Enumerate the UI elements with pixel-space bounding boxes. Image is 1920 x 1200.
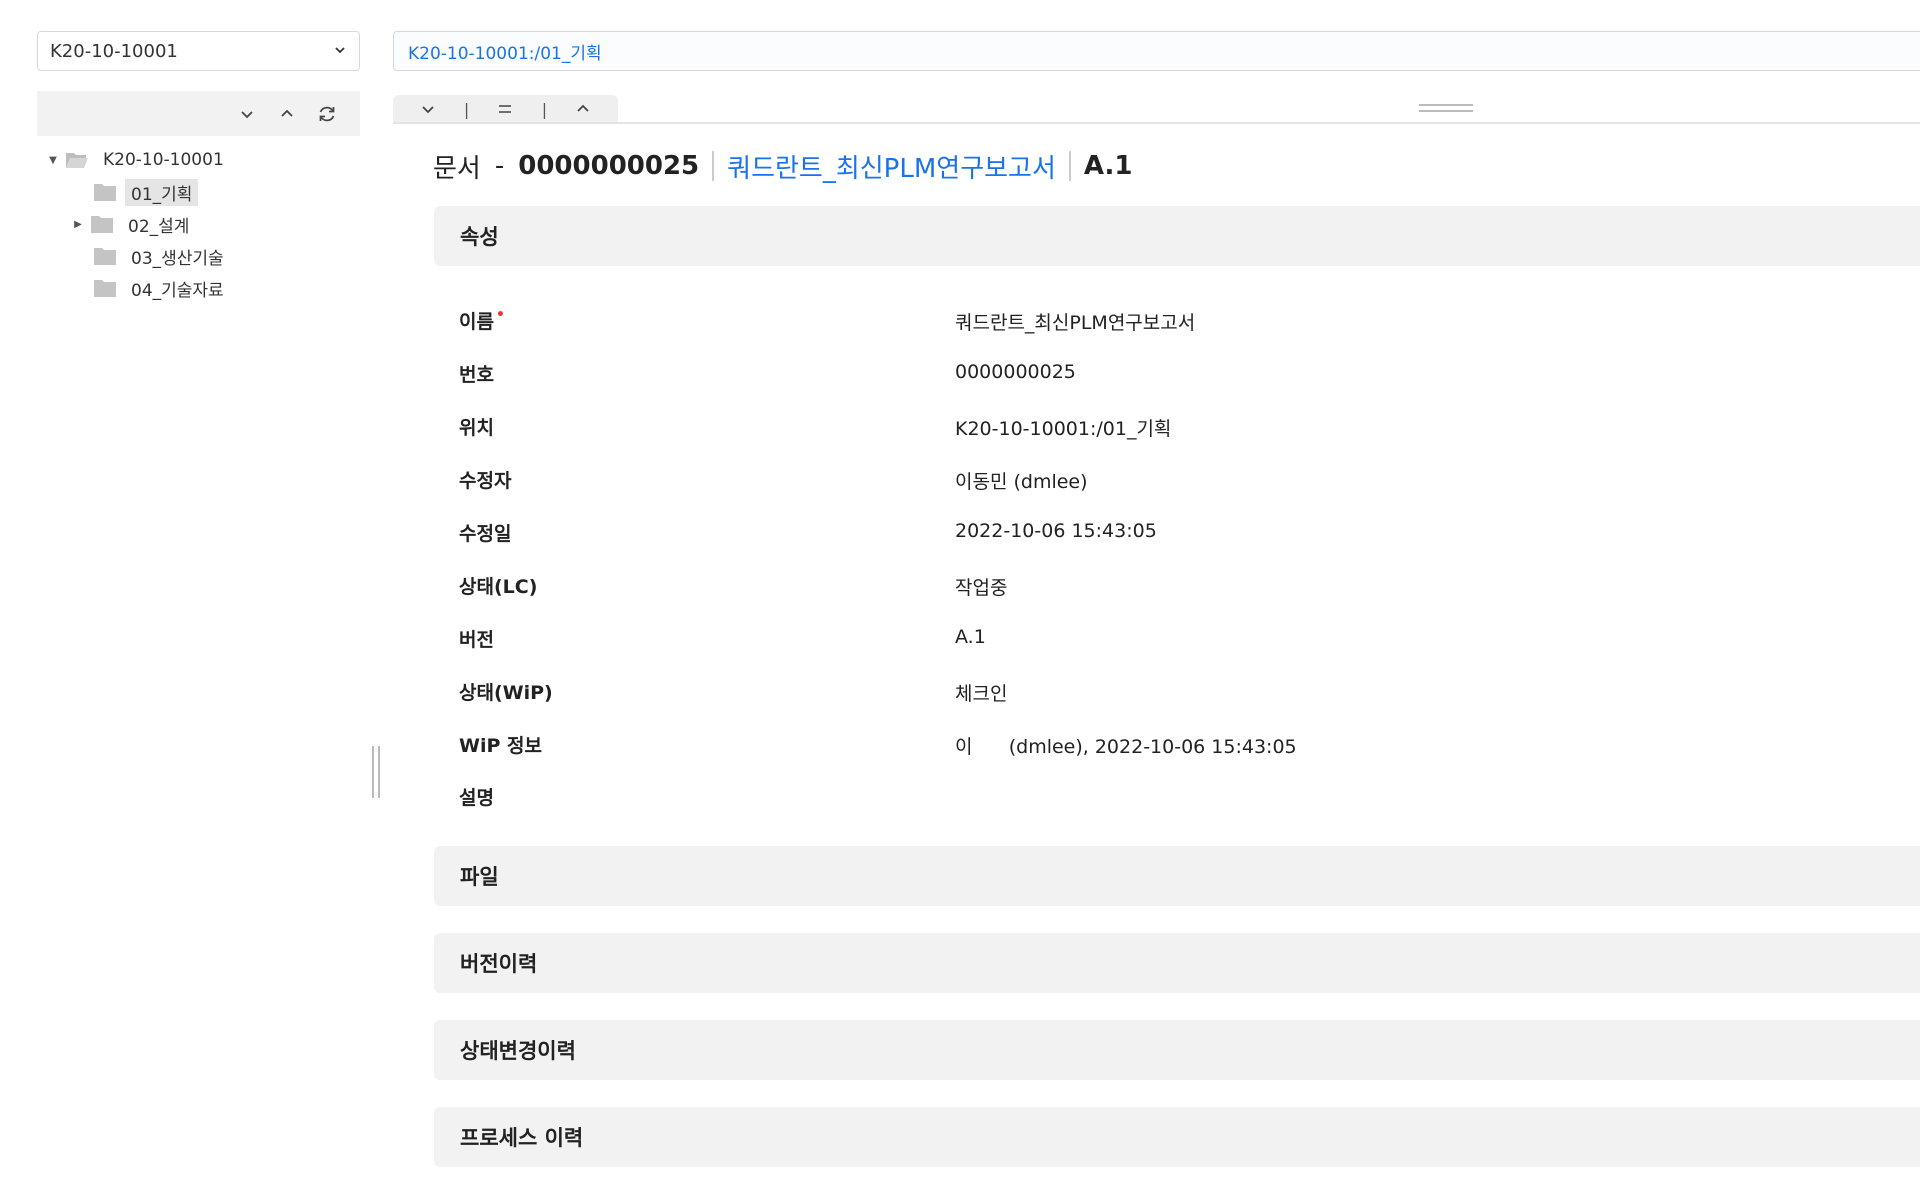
tree-item-label: 03_생산기술	[131, 248, 224, 269]
section-state-history[interactable]: 상태변경이력	[434, 1020, 1920, 1080]
attr-value-state-lc: 작업중	[955, 577, 1008, 599]
page-title: 문서 - 0000000025 쿼드란트_최신PLM연구보고서 A.1	[433, 146, 1132, 186]
section-version-history[interactable]: 버전이력	[434, 933, 1920, 993]
view-toolbar: | |	[393, 95, 618, 123]
tree-root-label: K20-10-10001	[103, 150, 224, 170]
chevron-down-icon	[333, 41, 347, 62]
attr-value-number: 0000000025	[955, 361, 1076, 383]
title-dash: -	[494, 151, 505, 181]
project-select[interactable]: K20-10-10001	[37, 31, 360, 71]
expand-all-icon[interactable]	[234, 101, 260, 127]
resize-handle[interactable]	[1419, 104, 1473, 112]
open-folder-icon	[66, 152, 88, 168]
panel-splitter[interactable]	[372, 746, 380, 798]
tree-item-label: 04_기술자료	[131, 280, 224, 301]
attr-label-state-wip: 상태(WiP)	[459, 682, 553, 704]
folder-icon	[94, 279, 116, 297]
collapse-all-icon[interactable]	[274, 101, 300, 127]
title-divider	[1068, 151, 1071, 181]
attr-value-modified-date: 2022-10-06 15:43:05	[955, 520, 1157, 542]
attr-label-state-lc: 상태(LC)	[459, 576, 538, 598]
equal-icon[interactable]	[492, 96, 518, 122]
attr-value-state-wip: 체크인	[955, 683, 1008, 705]
folder-icon	[94, 247, 116, 265]
toolbar-separator: |	[463, 99, 470, 119]
tree-item-04[interactable]: 04_기술자료	[87, 274, 230, 302]
project-select-value: K20-10-10001	[50, 40, 178, 62]
caret-right-icon[interactable]: ▶	[72, 219, 84, 230]
caret-down-icon[interactable]: ▼	[47, 155, 59, 166]
section-files[interactable]: 파일	[434, 846, 1920, 906]
section-properties[interactable]: 속성	[434, 206, 1920, 266]
attr-value-name: 쿼드란트_최신PLM연구보고서	[955, 312, 1196, 334]
attr-label-number: 번호	[459, 364, 494, 386]
section-title: 프로세스 이력	[460, 1126, 584, 1150]
doc-name: 쿼드란트_최신PLM연구보고서	[727, 153, 1056, 184]
title-divider	[712, 151, 715, 181]
attr-label-wip-info: WiP 정보	[459, 735, 542, 757]
tree-item-label: 01_기획	[125, 178, 199, 206]
attr-label-name: 이름 •	[459, 307, 505, 333]
path-bar-value: K20-10-10001:/01_기획	[408, 43, 602, 64]
attr-label-modifier: 수정자	[459, 470, 512, 492]
doc-revision: A.1	[1083, 151, 1133, 181]
attr-label-version: 버전	[459, 629, 494, 651]
attr-value-wip-info: 이 (dmlee), 2022-10-06 15:43:05	[955, 736, 1297, 758]
path-bar[interactable]: K20-10-10001:/01_기획	[393, 31, 1920, 71]
tree-root[interactable]: ▼ K20-10-10001	[47, 146, 230, 174]
attr-label-modified-date: 수정일	[459, 523, 512, 545]
section-title: 상태변경이력	[460, 1039, 576, 1063]
attr-label-location: 위치	[459, 417, 494, 439]
required-marker: •	[495, 307, 505, 323]
tree-item-01[interactable]: 01_기획	[87, 178, 199, 206]
refresh-icon[interactable]	[314, 101, 340, 127]
tree-item-03[interactable]: 03_생산기술	[87, 242, 230, 270]
doc-type-label: 문서	[433, 153, 481, 184]
tree-item-02[interactable]: ▶ 02_설계	[72, 210, 195, 238]
tree-toolbar	[37, 91, 360, 136]
section-title: 버전이력	[460, 952, 538, 976]
expand-icon[interactable]	[415, 96, 441, 122]
folder-icon	[91, 215, 113, 233]
attr-value-modifier: 이동민 (dmlee)	[955, 471, 1088, 493]
divider	[393, 122, 1920, 124]
attr-value-location: K20-10-10001:/01_기획	[955, 418, 1172, 440]
doc-number: 0000000025	[518, 151, 700, 181]
section-title: 파일	[460, 865, 499, 889]
attr-label-description: 설명	[459, 787, 494, 809]
section-title: 속성	[460, 225, 499, 249]
folder-icon	[94, 183, 116, 201]
tree-item-label: 02_설계	[128, 216, 190, 237]
section-process-history[interactable]: 프로세스 이력	[434, 1107, 1920, 1167]
collapse-icon[interactable]	[570, 96, 596, 122]
attr-value-version: A.1	[955, 626, 986, 648]
toolbar-separator: |	[541, 99, 548, 119]
